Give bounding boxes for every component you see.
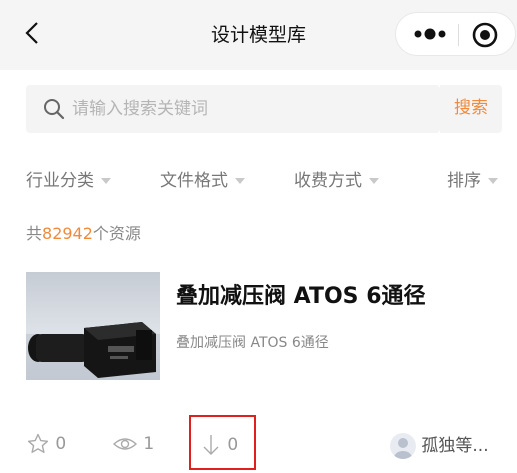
filter-sort[interactable]: 排序 — [447, 166, 498, 191]
filter-label: 文件格式 — [160, 171, 228, 191]
item-subtitle: 叠加减压阀 ATOS 6通径 — [176, 335, 329, 351]
model-thumbnail — [26, 272, 160, 380]
caret-down-icon — [101, 178, 111, 184]
miniprogram-capsule — [395, 12, 516, 56]
caret-down-icon — [235, 178, 245, 184]
close-miniprogram-icon[interactable] — [471, 21, 499, 49]
filter-pricing[interactable]: 收费方式 — [294, 166, 379, 191]
view-stat: 1 — [112, 432, 154, 458]
capsule-divider — [458, 24, 459, 46]
search-icon — [44, 99, 65, 120]
star-icon — [27, 433, 49, 453]
more-options-icon[interactable] — [408, 13, 452, 55]
filter-industry[interactable]: 行业分类 — [26, 166, 111, 191]
author-name: 孤独等... — [421, 436, 489, 456]
item-title: 叠加减压阀 ATOS 6通径 — [176, 284, 426, 309]
download-highlight-box — [189, 415, 256, 470]
item-stats: 0 1 0 孤独等... — [0, 415, 517, 473]
avatar-icon — [390, 433, 416, 459]
favorite-stat[interactable]: 0 — [26, 432, 66, 458]
result-count-number: 82942 — [42, 224, 93, 243]
eye-icon — [112, 438, 138, 450]
search-input[interactable] — [72, 95, 432, 123]
navbar: 设计模型库 — [0, 0, 517, 70]
author[interactable]: 孤独等... — [390, 431, 489, 459]
view-count: 1 — [143, 434, 155, 454]
result-count: 共82942个资源 — [26, 220, 141, 244]
filter-label: 行业分类 — [26, 171, 94, 191]
search-button[interactable]: 搜索 — [440, 85, 502, 133]
caret-down-icon — [369, 178, 379, 184]
list-item[interactable]: 叠加减压阀 ATOS 6通径 叠加减压阀 ATOS 6通径 — [26, 272, 506, 382]
result-count-suffix: 个资源 — [92, 224, 141, 243]
result-count-prefix: 共 — [26, 224, 43, 243]
filter-label: 收费方式 — [294, 171, 362, 191]
filter-bar: 行业分类 文件格式 收费方式 排序 — [0, 166, 517, 196]
favorite-count: 0 — [55, 434, 67, 454]
filter-file-format[interactable]: 文件格式 — [160, 166, 245, 191]
search-bar — [26, 85, 440, 133]
caret-down-icon — [488, 178, 498, 184]
filter-label: 排序 — [447, 171, 481, 191]
